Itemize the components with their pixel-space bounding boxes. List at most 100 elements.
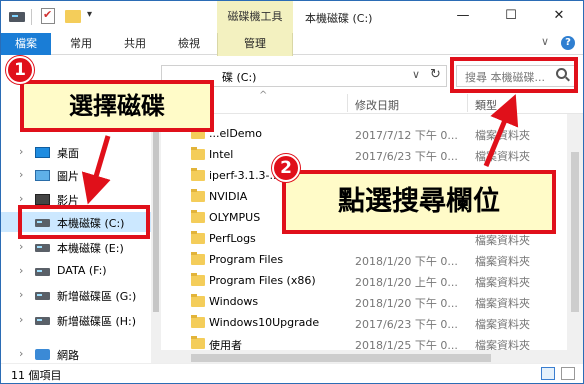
folder-icon bbox=[191, 231, 205, 244]
step2-callout: 點選搜尋欄位 bbox=[282, 170, 556, 234]
window-title: 本機磁碟 (C:) bbox=[305, 12, 373, 25]
maximize-button[interactable]: ☐ bbox=[487, 1, 535, 33]
nav-item[interactable]: › 桌面 bbox=[1, 142, 151, 162]
nav-item[interactable]: › DATA (F:) bbox=[1, 261, 151, 281]
file-date: 2017/6/23 下午 0... bbox=[355, 318, 458, 331]
step1-badge: 1 bbox=[6, 56, 34, 84]
horizontal-scrollbar-thumb[interactable] bbox=[191, 354, 491, 362]
file-type: 檔案資料夾 bbox=[475, 255, 530, 268]
tab-file[interactable]: 檔案 bbox=[1, 33, 51, 55]
status-bar: 11 個項目 bbox=[1, 363, 583, 383]
file-date: 2017/7/12 下午 0... bbox=[355, 129, 458, 142]
drive-icon bbox=[35, 244, 50, 252]
network-icon bbox=[35, 349, 50, 360]
expand-chevron-icon[interactable]: › bbox=[19, 240, 23, 253]
properties-icon[interactable] bbox=[41, 8, 55, 24]
folder-icon bbox=[191, 294, 205, 307]
step2-badge: 2 bbox=[272, 154, 300, 182]
expand-chevron-icon[interactable]: › bbox=[19, 313, 23, 326]
drive-icon bbox=[35, 317, 50, 325]
expand-chevron-icon[interactable]: › bbox=[19, 347, 23, 360]
tab-view[interactable]: 檢視 bbox=[169, 33, 209, 55]
file-type: 檔案資料夾 bbox=[475, 234, 530, 247]
nav-item-label: 桌面 bbox=[57, 147, 79, 160]
nav-item[interactable]: › 圖片 bbox=[1, 165, 151, 185]
item-count: 11 個項目 bbox=[11, 369, 62, 382]
folder-icon bbox=[191, 210, 205, 223]
folder-icon bbox=[191, 147, 205, 160]
file-name: Windows10Upgrade bbox=[209, 316, 320, 329]
title-bar: ▾ 磁碟機工具 本機磁碟 (C:) — ☐ ✕ bbox=[1, 1, 583, 33]
highlight-search-box bbox=[450, 57, 578, 93]
folder-icon bbox=[191, 273, 205, 286]
file-type: 檔案資料夾 bbox=[475, 318, 530, 331]
column-divider[interactable] bbox=[467, 94, 468, 112]
nav-item-label: 網路 bbox=[57, 349, 79, 362]
column-header-date[interactable]: 修改日期 bbox=[355, 97, 399, 113]
nav-item-label: DATA (F:) bbox=[57, 264, 107, 277]
nav-item[interactable]: › 新增磁碟區 (G:) bbox=[1, 285, 151, 305]
file-type: 檔案資料夾 bbox=[475, 276, 530, 289]
file-date: 2018/1/20 下午 0... bbox=[355, 255, 458, 268]
drive-tools-context-label: 磁碟機工具 bbox=[217, 1, 293, 33]
folder-icon bbox=[191, 168, 205, 181]
table-row[interactable]: Intel 2017/6/23 下午 0... 檔案資料夾 bbox=[161, 144, 583, 165]
vertical-scrollbar-thumb[interactable] bbox=[571, 152, 579, 312]
file-date: 2017/6/23 下午 0... bbox=[355, 150, 458, 163]
file-type: 檔案資料夾 bbox=[475, 129, 530, 142]
tab-home[interactable]: 常用 bbox=[61, 33, 101, 55]
table-row[interactable]: Windows10Upgrade 2017/6/23 下午 0... 檔案資料夾 bbox=[161, 312, 583, 333]
file-date: 2018/1/20 下午 0... bbox=[355, 297, 458, 310]
new-folder-icon[interactable] bbox=[65, 10, 81, 23]
file-type: 檔案資料夾 bbox=[475, 150, 530, 163]
ribbon-tabs: 檔案 常用 共用 檢視 管理 ∨ ? bbox=[1, 33, 583, 56]
nav-item[interactable]: › 本機磁碟 (E:) bbox=[1, 237, 151, 257]
nav-item[interactable]: › 網路 bbox=[1, 344, 151, 364]
sort-ascending-icon: ^ bbox=[259, 90, 268, 101]
file-name: Program Files bbox=[209, 253, 284, 266]
close-button[interactable]: ✕ bbox=[535, 1, 583, 33]
table-row[interactable]: ...elDemo 2017/7/12 下午 0... 檔案資料夾 bbox=[161, 123, 583, 144]
nav-item[interactable]: › 新增磁碟區 (H:) bbox=[1, 310, 151, 330]
drive-icon bbox=[35, 292, 50, 300]
column-divider[interactable] bbox=[347, 94, 348, 112]
help-icon[interactable]: ? bbox=[561, 36, 575, 50]
desktop-icon bbox=[35, 147, 50, 158]
nav-item-label: 本機磁碟 (E:) bbox=[57, 242, 124, 255]
tab-share[interactable]: 共用 bbox=[115, 33, 155, 55]
file-name: Windows bbox=[209, 295, 259, 308]
folder-icon bbox=[191, 252, 205, 265]
large-icons-view-icon[interactable] bbox=[561, 367, 575, 380]
customize-quick-access-icon[interactable]: ▾ bbox=[87, 9, 92, 27]
highlight-drive-c bbox=[18, 205, 150, 239]
column-headers: 名稱 ^ 修改日期 類型 bbox=[161, 90, 583, 114]
refresh-icon[interactable]: ↻ bbox=[430, 67, 441, 82]
expand-chevron-icon[interactable]: › bbox=[19, 145, 23, 158]
folder-icon bbox=[191, 336, 205, 349]
expand-chevron-icon[interactable]: › bbox=[19, 168, 23, 181]
nav-item-label: 新增磁碟區 (G:) bbox=[57, 290, 137, 303]
pictures-icon bbox=[35, 170, 50, 181]
table-row[interactable]: Program Files 2018/1/20 下午 0... 檔案資料夾 bbox=[161, 249, 583, 270]
column-header-type[interactable]: 類型 bbox=[475, 97, 497, 113]
videos-icon bbox=[35, 194, 50, 205]
table-row[interactable]: Windows 2018/1/20 下午 0... 檔案資料夾 bbox=[161, 291, 583, 312]
nav-scrollbar-thumb[interactable] bbox=[153, 132, 159, 312]
nav-item-label: 圖片 bbox=[57, 170, 79, 183]
minimize-button[interactable]: — bbox=[439, 1, 487, 33]
step1-callout: 選擇磁碟 bbox=[20, 80, 214, 132]
details-view-icon[interactable] bbox=[541, 367, 555, 380]
expand-ribbon-icon[interactable]: ∨ bbox=[541, 35, 549, 48]
folder-icon bbox=[191, 315, 205, 328]
tab-manage[interactable]: 管理 bbox=[217, 33, 293, 56]
expand-chevron-icon[interactable]: › bbox=[19, 192, 23, 205]
table-row[interactable]: Program Files (x86) 2018/1/20 上午 0... 檔案資料… bbox=[161, 270, 583, 291]
file-date: 2018/1/20 上午 0... bbox=[355, 276, 458, 289]
expand-chevron-icon[interactable]: › bbox=[19, 288, 23, 301]
file-name: ...elDemo bbox=[209, 127, 262, 140]
expand-chevron-icon[interactable]: › bbox=[19, 264, 23, 277]
address-history-chevron-icon[interactable]: ∨ bbox=[412, 68, 420, 81]
folder-icon bbox=[191, 189, 205, 202]
divider bbox=[31, 9, 32, 25]
drive-icon bbox=[9, 12, 25, 22]
